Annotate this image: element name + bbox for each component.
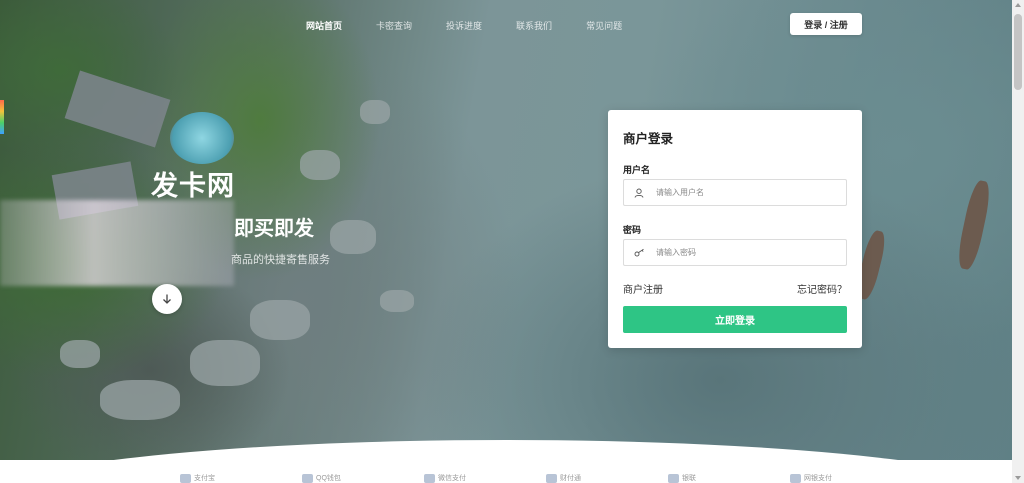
username-field[interactable] bbox=[623, 179, 847, 206]
blurred-text-block bbox=[0, 200, 234, 286]
rock-shape bbox=[300, 150, 340, 180]
rock-shape bbox=[380, 290, 414, 312]
payment-item: 微信支付 bbox=[424, 473, 546, 483]
password-label: 密码 bbox=[623, 225, 642, 235]
side-tab[interactable] bbox=[0, 100, 4, 134]
key-icon bbox=[634, 248, 648, 258]
payment-methods: 支付宝 QQ钱包 微信支付 财付通 银联 网银支付 bbox=[180, 473, 912, 483]
login-card-title: 商户登录 bbox=[623, 132, 674, 146]
login-card: 商户登录 用户名 密码 商户注册 忘记密码？ bbox=[608, 110, 862, 348]
wechat-pay-icon bbox=[424, 473, 435, 483]
rock-shape bbox=[100, 380, 180, 420]
pool-shape bbox=[170, 112, 234, 164]
rock-shape bbox=[360, 100, 390, 124]
payment-item: QQ钱包 bbox=[302, 473, 424, 483]
page: 网站首页 卡密查询 投诉进度 联系我们 常见问题 登录 / 注册 发卡网 即买即… bbox=[0, 0, 1024, 483]
register-link[interactable]: 商户注册 bbox=[623, 281, 663, 296]
user-icon bbox=[634, 188, 648, 198]
login-register-button[interactable]: 登录 / 注册 bbox=[790, 13, 862, 35]
scroll-down-arrow-icon[interactable] bbox=[1015, 476, 1021, 480]
unionpay-icon bbox=[668, 473, 679, 483]
nav-item-contact[interactable]: 联系我们 bbox=[516, 19, 552, 32]
nav-item-card-query[interactable]: 卡密查询 bbox=[376, 19, 412, 32]
hero-subline: 商品的快捷寄售服务 bbox=[231, 254, 330, 266]
scroll-down-button[interactable] bbox=[152, 284, 182, 314]
rock-shape bbox=[330, 220, 376, 254]
roof-shape bbox=[64, 70, 171, 148]
payment-item: 银联 bbox=[668, 473, 790, 483]
password-input[interactable] bbox=[656, 248, 836, 257]
main-nav: 网站首页 卡密查询 投诉进度 联系我们 常见问题 bbox=[306, 19, 656, 32]
forgot-password-link[interactable]: 忘记密码？ bbox=[797, 281, 847, 296]
boat-shape bbox=[954, 178, 994, 272]
login-submit-button[interactable]: 立即登录 bbox=[623, 306, 847, 333]
payment-item: 财付通 bbox=[546, 473, 668, 483]
username-label: 用户名 bbox=[623, 165, 651, 175]
tenpay-icon bbox=[546, 473, 557, 483]
bank-icon bbox=[790, 473, 801, 483]
nav-item-faq[interactable]: 常见问题 bbox=[586, 19, 622, 32]
rock-shape bbox=[250, 300, 310, 340]
scrollbar-thumb[interactable] bbox=[1014, 14, 1022, 90]
qq-wallet-icon bbox=[302, 473, 313, 483]
payment-item: 网银支付 bbox=[790, 473, 912, 483]
hero-brand-title: 发卡网 bbox=[151, 171, 235, 201]
arrow-down-icon bbox=[163, 294, 171, 304]
rock-shape bbox=[190, 340, 260, 386]
vertical-scrollbar[interactable] bbox=[1012, 0, 1024, 483]
username-input[interactable] bbox=[656, 188, 836, 197]
rock-shape bbox=[60, 340, 100, 368]
scroll-up-arrow-icon[interactable] bbox=[1015, 3, 1021, 7]
nav-item-home[interactable]: 网站首页 bbox=[306, 19, 342, 32]
alipay-icon bbox=[180, 473, 191, 483]
nav-item-complaint-progress[interactable]: 投诉进度 bbox=[446, 19, 482, 32]
password-field[interactable] bbox=[623, 239, 847, 266]
payment-item: 支付宝 bbox=[180, 473, 302, 483]
hero-slogan: 即买即发 bbox=[234, 218, 314, 240]
